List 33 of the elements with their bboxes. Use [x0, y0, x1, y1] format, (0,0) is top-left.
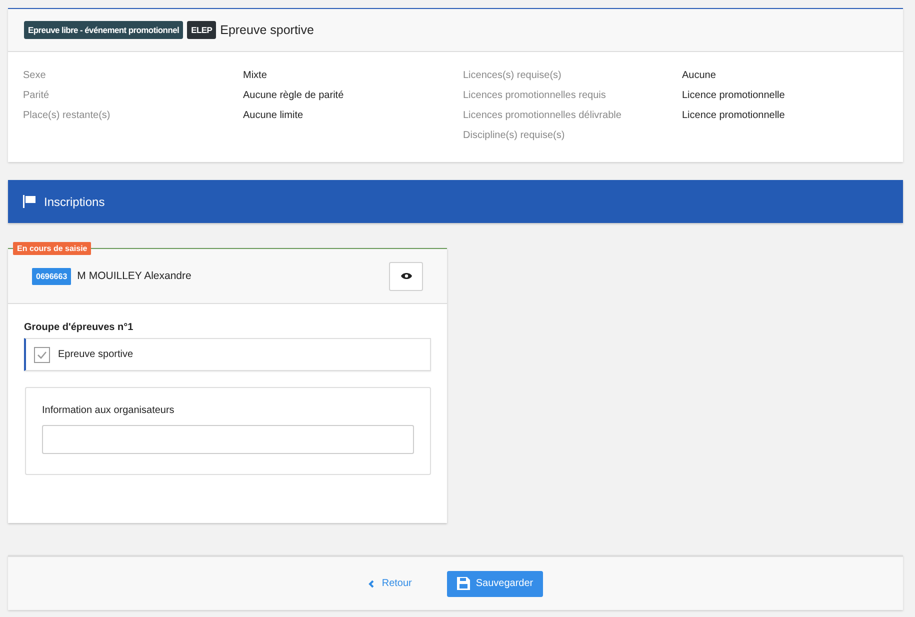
- detail-label: Discipline(s) requise(s): [463, 129, 566, 142]
- eye-icon: [400, 272, 412, 280]
- view-button[interactable]: [389, 262, 423, 290]
- checkbox[interactable]: [34, 346, 50, 362]
- detail-value: Mixte: [243, 69, 268, 82]
- group-title: Groupe d'épreuves n°1: [24, 322, 134, 333]
- detail-label: Licences promotionnelles requis: [463, 89, 607, 102]
- detail-value: Aucune: [682, 69, 717, 82]
- status-badge: En cours de saisie: [13, 242, 92, 255]
- flag-icon: [23, 195, 36, 208]
- detail-label: Licences(s) requise(s): [463, 69, 562, 82]
- licence-number: 0696663: [32, 268, 72, 284]
- check-icon: [37, 350, 47, 358]
- chevron-left-icon: [368, 580, 374, 588]
- event-tag: ELEP: [187, 21, 216, 39]
- option-label: Epreuve sportive: [58, 349, 134, 360]
- input-field[interactable]: [42, 425, 414, 454]
- back-link[interactable]: Retour: [368, 578, 412, 589]
- detail-value: Aucune limite: [243, 109, 304, 122]
- save-button[interactable]: Sauvegarder: [446, 570, 544, 596]
- detail-label: Place(s) restante(s): [23, 109, 112, 122]
- event-option[interactable]: Epreuve sportive: [24, 338, 431, 371]
- section-title: Inscriptions: [44, 194, 105, 208]
- detail-label: Parité: [23, 89, 50, 102]
- detail-value: Aucune règle de parité: [243, 89, 345, 102]
- detail-value: Licence promotionnelle: [682, 89, 786, 102]
- field-label: Information aux organisateurs: [42, 405, 176, 416]
- detail-label: Sexe: [23, 69, 47, 82]
- event-title: Epreuve sportive: [220, 23, 314, 37]
- detail-label: Licences promotionnelles délivrable: [463, 109, 622, 122]
- participant-name: M MOUILLEY Alexandre: [77, 270, 192, 282]
- detail-value: Licence promotionnelle: [682, 109, 786, 122]
- event-tag: Epreuve libre - événement promotionnel: [24, 21, 184, 39]
